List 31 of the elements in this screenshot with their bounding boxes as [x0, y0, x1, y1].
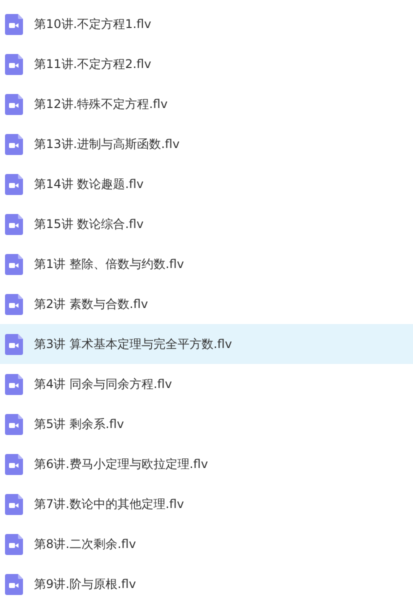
file-name: 第3讲 算术基本定理与完全平方数.flv: [34, 336, 232, 353]
file-row[interactable]: 第3讲 算术基本定理与完全平方数.flv: [0, 324, 413, 364]
video-file-icon: [5, 14, 23, 34]
video-file-icon: [5, 454, 23, 474]
video-file-icon: [5, 374, 23, 394]
video-file-icon: [5, 334, 23, 354]
video-file-icon: [5, 534, 23, 554]
file-name: 第14讲 数论趣题.flv: [34, 176, 144, 193]
video-file-icon: [5, 294, 23, 314]
file-name: 第12讲.特殊不定方程.flv: [34, 96, 168, 113]
file-name: 第1讲 整除、倍数与约数.flv: [34, 256, 184, 273]
video-file-icon: [5, 414, 23, 434]
file-name: 第5讲 剩余系.flv: [34, 416, 124, 433]
file-name: 第15讲 数论综合.flv: [34, 216, 144, 233]
video-file-icon: [5, 134, 23, 154]
file-name: 第7讲.数论中的其他定理.flv: [34, 496, 184, 513]
video-file-icon: [5, 254, 23, 274]
file-name: 第13讲.进制与高斯函数.flv: [34, 136, 180, 153]
file-name: 第6讲.费马小定理与欧拉定理.flv: [34, 456, 208, 473]
file-name: 第4讲 同余与同余方程.flv: [34, 376, 172, 393]
file-name: 第10讲.不定方程1.flv: [34, 16, 152, 33]
video-file-icon: [5, 214, 23, 234]
video-file-icon: [5, 94, 23, 114]
video-file-icon: [5, 174, 23, 194]
video-file-icon: [5, 494, 23, 514]
video-file-icon: [5, 574, 23, 594]
file-name: 第11讲.不定方程2.flv: [34, 56, 152, 73]
video-file-icon: [5, 54, 23, 74]
file-name: 第9讲.阶与原根.flv: [34, 576, 136, 593]
file-name: 第8讲.二次剩余.flv: [34, 536, 136, 553]
file-name: 第2讲 素数与合数.flv: [34, 296, 148, 313]
